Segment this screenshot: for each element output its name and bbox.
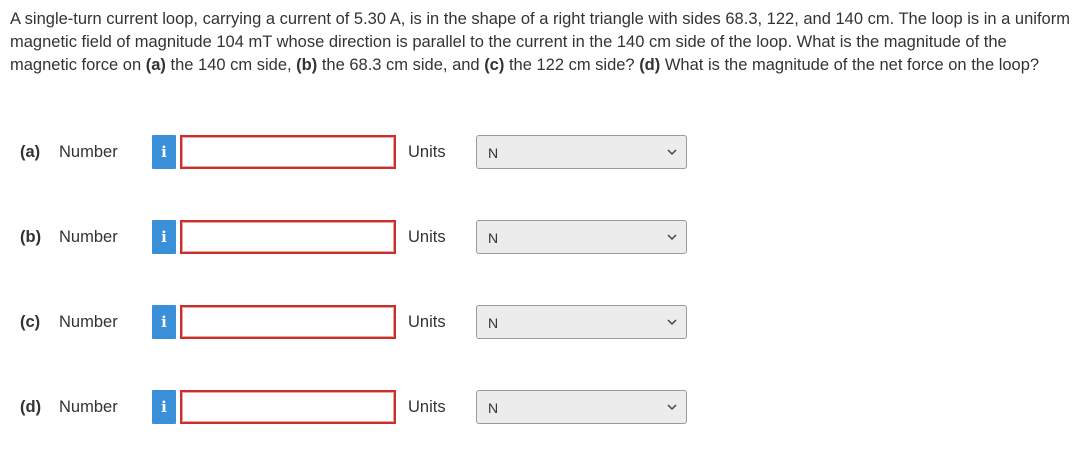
number-input-c[interactable] (180, 305, 396, 339)
answer-row-c: (c) Number i Units N (0, 305, 1079, 341)
units-select-c[interactable]: N (476, 305, 687, 339)
info-icon[interactable]: i (152, 220, 176, 254)
part-label: (b) (20, 228, 42, 246)
number-input-a[interactable] (180, 135, 396, 169)
answer-row-a: (a) Number i Units N (0, 135, 1079, 171)
chevron-down-icon (667, 404, 677, 411)
chevron-down-icon (667, 149, 677, 156)
number-label: Number (59, 143, 118, 161)
question-text-segment: What is the magnitude of the net force o… (660, 56, 1040, 74)
question-text-segment: the 122 cm side? (504, 56, 640, 74)
part-d-reference: (d) (639, 56, 661, 74)
units-select-b[interactable]: N (476, 220, 687, 254)
units-selected-value: N (488, 315, 499, 331)
part-label: (a) (20, 143, 41, 161)
units-selected-value: N (488, 230, 499, 246)
units-label: Units (408, 143, 446, 161)
chevron-down-icon (667, 319, 677, 326)
units-label: Units (408, 313, 446, 331)
units-select-d[interactable]: N (476, 390, 687, 424)
units-label: Units (408, 228, 446, 246)
info-icon[interactable]: i (152, 135, 176, 169)
question-text-segment: the 140 cm side, (165, 56, 297, 74)
units-selected-value: N (488, 400, 499, 416)
units-select-a[interactable]: N (476, 135, 687, 169)
number-input-d[interactable] (180, 390, 396, 424)
number-label: Number (59, 228, 118, 246)
number-input-b[interactable] (180, 220, 396, 254)
part-c-reference: (c) (484, 56, 505, 74)
info-icon[interactable]: i (152, 305, 176, 339)
question-text: A single-turn current loop, carrying a c… (10, 8, 1070, 77)
units-label: Units (408, 398, 446, 416)
info-icon[interactable]: i (152, 390, 176, 424)
number-label: Number (59, 398, 118, 416)
part-label: (d) (20, 398, 42, 416)
answer-row-b: (b) Number i Units N (0, 220, 1079, 256)
answer-row-d: (d) Number i Units N (0, 390, 1079, 426)
number-label: Number (59, 313, 118, 331)
part-a-reference: (a) (145, 56, 166, 74)
chevron-down-icon (667, 234, 677, 241)
question-text-segment: the 68.3 cm side, and (317, 56, 485, 74)
part-b-reference: (b) (296, 56, 318, 74)
part-label: (c) (20, 313, 41, 331)
units-selected-value: N (488, 145, 499, 161)
